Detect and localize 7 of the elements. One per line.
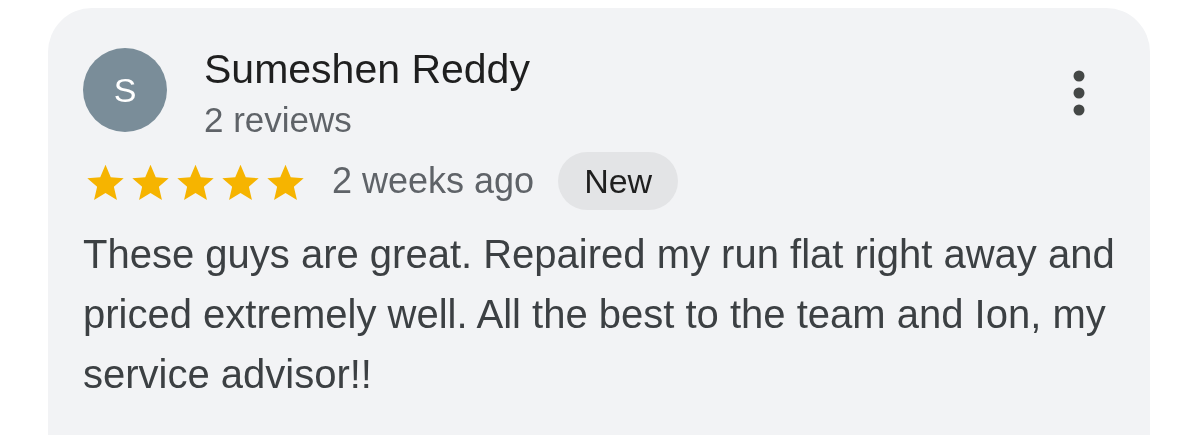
more-icon: [1072, 70, 1086, 116]
avatar: S: [83, 48, 167, 132]
review-count: 2 reviews: [204, 100, 353, 140]
review-text: These guys are great. Repaired my run flat right away and priced extremely well. All the best to the team and Ion, my service advisor!!: [83, 231, 1116, 398]
review-time: 2 weeks ago: [332, 159, 535, 203]
author-name: Sumeshen Reddy: [204, 46, 530, 92]
new-badge: New: [558, 152, 679, 210]
